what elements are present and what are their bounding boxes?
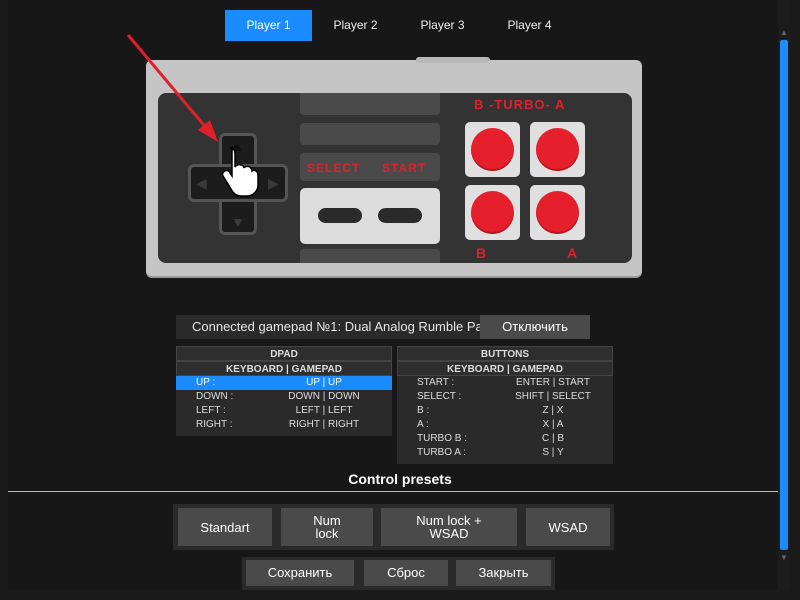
table-row[interactable]: RIGHT : RIGHT | RIGHT — [176, 418, 392, 432]
row-value: RIGHT | RIGHT — [288, 419, 360, 430]
turbo-a-red[interactable] — [536, 128, 579, 171]
dpad-table-subheader: KEYBOARD | GAMEPAD — [176, 361, 392, 376]
row-value: C | B — [541, 433, 565, 444]
dpad-center — [222, 167, 254, 199]
center-stripe-bottom — [300, 249, 440, 263]
row-value: LEFT | LEFT — [295, 405, 353, 416]
turbo-b-red[interactable] — [471, 128, 514, 171]
gamepad-face: ▲ ▼ ◀ ▶ SELECT START B -TURBO- A B A — [158, 93, 632, 263]
row-value: DOWN | DOWN — [288, 391, 360, 402]
b-label: B — [476, 245, 487, 261]
b-red[interactable] — [471, 191, 514, 234]
tab-player-4[interactable]: Player 4 — [486, 10, 573, 41]
scroll-up-icon[interactable]: ▲ — [779, 28, 789, 38]
table-row[interactable]: DOWN : DOWN | DOWN — [176, 390, 392, 404]
center-stripe-top — [300, 93, 440, 115]
a-label: A — [567, 245, 578, 261]
preset-wsad-button[interactable]: WSAD — [526, 508, 610, 546]
turbo-a-button[interactable] — [530, 122, 585, 177]
start-label: START — [382, 161, 427, 175]
row-label: LEFT : — [196, 405, 226, 416]
table-row[interactable]: A : X | A — [397, 418, 613, 432]
tab-player-1[interactable]: Player 1 — [225, 10, 312, 41]
tab-player-3[interactable]: Player 3 — [399, 10, 486, 41]
row-value: ENTER | START — [516, 377, 590, 388]
close-button[interactable]: Закрыть — [456, 560, 551, 586]
connection-bar: Connected gamepad №1: Dual Analog Rumble… — [176, 315, 590, 339]
presets-panel: Standart Num lock Num lock + WSAD WSAD — [173, 504, 614, 550]
preset-numlock-wsad-button[interactable]: Num lock + WSAD — [381, 508, 517, 546]
row-value: Z | X — [542, 405, 564, 416]
center-stripe — [300, 123, 440, 145]
buttons-mapping-table: BUTTONS KEYBOARD | GAMEPAD START : ENTER… — [397, 346, 613, 464]
dpad-up-icon[interactable]: ▲ — [231, 139, 245, 153]
table-row[interactable]: START : ENTER | START — [397, 376, 613, 390]
gamepad-illustration: ▲ ▼ ◀ ▶ SELECT START B -TURBO- A B A — [146, 57, 642, 276]
buttons-table-subheader: KEYBOARD | GAMEPAD — [397, 361, 613, 376]
b-button[interactable] — [465, 185, 520, 240]
table-row[interactable]: TURBO A : S | Y — [397, 446, 613, 460]
turbo-b-button[interactable] — [465, 122, 520, 177]
dpad-table-title: DPAD — [176, 346, 392, 361]
preset-standart-button[interactable]: Standart — [178, 508, 272, 546]
reset-button[interactable]: Сброс — [364, 560, 448, 586]
buttons-table-title: BUTTONS — [397, 346, 613, 361]
select-button[interactable] — [318, 208, 362, 223]
row-value: S | Y — [542, 447, 564, 458]
dpad-right-icon[interactable]: ▶ — [268, 176, 279, 190]
preset-numlock-wsad-label: Num lock + WSAD — [416, 513, 482, 541]
row-label: B : — [417, 405, 430, 416]
dpad-down-icon[interactable]: ▼ — [231, 215, 245, 229]
select-start-labels: SELECT START — [300, 153, 440, 181]
row-label: UP : — [196, 377, 216, 388]
presets-title: Control presets — [348, 471, 452, 487]
dpad-left-icon[interactable]: ◀ — [196, 176, 207, 190]
row-label: TURBO B : — [417, 433, 468, 444]
a-red[interactable] — [536, 191, 579, 234]
save-button[interactable]: Сохранить — [246, 560, 354, 586]
tab-player-2[interactable]: Player 2 — [312, 10, 399, 41]
table-row[interactable]: UP : UP | UP — [176, 376, 392, 390]
row-label: START : — [417, 377, 455, 388]
select-start-panel — [300, 188, 440, 244]
cable-notch — [416, 57, 490, 63]
row-label: RIGHT : — [196, 419, 233, 430]
actions-panel: Сохранить Сброс Закрыть — [242, 557, 555, 590]
row-label: TURBO A : — [417, 447, 466, 458]
table-row[interactable]: SELECT : SHIFT | SELECT — [397, 390, 613, 404]
table-row[interactable]: LEFT : LEFT | LEFT — [176, 404, 392, 418]
divider — [8, 491, 778, 492]
row-value: SHIFT | SELECT — [515, 391, 591, 402]
disconnect-button[interactable]: Отключить — [480, 315, 590, 339]
turbo-label: B -TURBO- A — [474, 97, 566, 112]
table-row[interactable]: B : Z | X — [397, 404, 613, 418]
row-value: UP | UP — [306, 377, 342, 388]
scroll-down-icon[interactable]: ▼ — [779, 553, 789, 563]
select-label: SELECT — [307, 161, 361, 175]
dpad-mapping-table: DPAD KEYBOARD | GAMEPAD UP : UP | UP DOW… — [176, 346, 392, 436]
preset-numlock-label: Num lock — [313, 513, 341, 541]
a-button[interactable] — [530, 185, 585, 240]
row-label: DOWN : — [196, 391, 234, 402]
row-label: SELECT : — [417, 391, 462, 402]
table-row[interactable]: TURBO B : C | B — [397, 432, 613, 446]
row-value: X | A — [542, 419, 564, 430]
player-tabs: Player 1 Player 2 Player 3 Player 4 — [225, 10, 573, 41]
row-label: A : — [417, 419, 429, 430]
preset-numlock-button[interactable]: Num lock — [281, 508, 373, 546]
start-button[interactable] — [378, 208, 422, 223]
connection-status: Connected gamepad №1: Dual Analog Rumble… — [192, 319, 490, 334]
